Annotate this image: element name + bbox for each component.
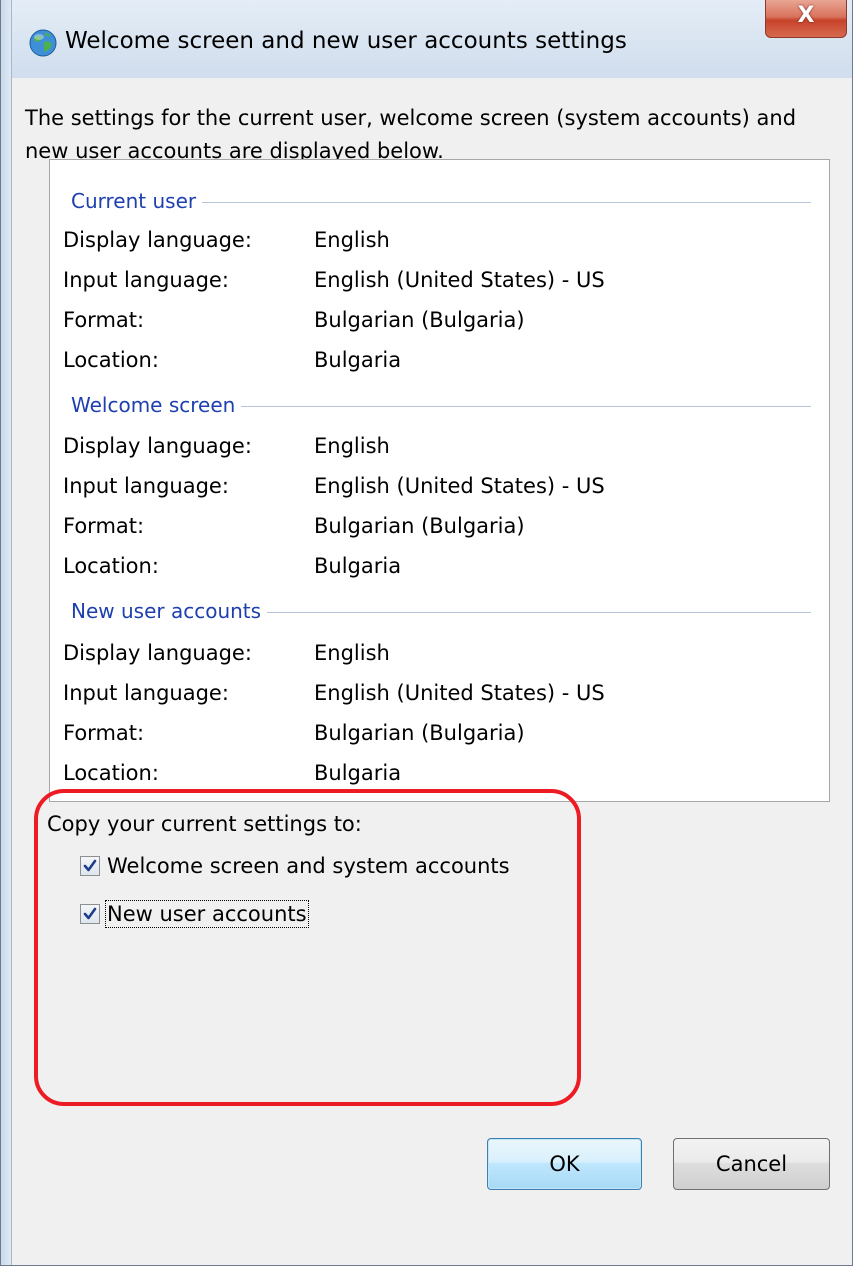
welcome-screen-checkbox-row[interactable]: Welcome screen and system accounts [80,854,510,878]
setting-label: Location: [63,348,159,372]
setting-value: English (United States) - US [314,268,605,292]
settings-panel: Current user Display language: English I… [49,159,830,802]
setting-label: Input language: [63,681,229,705]
setting-value: English (United States) - US [314,681,605,705]
cancel-button[interactable]: Cancel [673,1138,830,1190]
ok-button[interactable]: OK [487,1138,642,1190]
group-header-current-user: Current user [71,189,811,213]
new-user-accounts-checkbox[interactable] [80,904,100,924]
setting-value: Bulgaria [314,761,402,785]
setting-label: Location: [63,761,159,785]
group-divider [267,611,811,613]
red-highlight-annotation [34,789,581,1106]
setting-label: Input language: [63,268,229,292]
dialog-window: Welcome screen and new user accounts set… [0,0,853,1266]
setting-label: Location: [63,554,159,578]
setting-label: Display language: [63,228,252,252]
setting-value: English [314,228,390,252]
setting-value: Bulgarian (Bulgaria) [314,514,525,538]
group-divider [241,405,811,407]
setting-label: Format: [63,514,145,538]
close-icon: X [797,3,815,28]
setting-value: English [314,434,390,458]
checkmark-icon [83,859,97,872]
setting-label: Display language: [63,641,252,665]
setting-value: Bulgaria [314,554,402,578]
welcome-screen-checkbox-label[interactable]: Welcome screen and system accounts [107,854,510,878]
setting-label: Format: [63,721,145,745]
setting-value: English [314,641,390,665]
title-bar[interactable]: Welcome screen and new user accounts set… [1,0,852,78]
setting-value: English (United States) - US [314,474,605,498]
checkmark-icon [83,907,97,920]
window-title: Welcome screen and new user accounts set… [65,28,627,54]
copy-settings-title: Copy your current settings to: [47,812,362,836]
globe-icon [28,28,58,58]
group-header-new-user-accounts: New user accounts [71,599,811,623]
group-header-label: New user accounts [71,599,262,623]
group-divider [202,201,811,203]
group-header-welcome-screen: Welcome screen [71,393,811,417]
welcome-screen-checkbox[interactable] [80,856,100,876]
setting-value: Bulgarian (Bulgaria) [314,308,525,332]
setting-value: Bulgarian (Bulgaria) [314,721,525,745]
setting-value: Bulgaria [314,348,402,372]
close-button[interactable]: X [765,0,847,38]
setting-label: Format: [63,308,145,332]
group-header-label: Current user [71,189,197,213]
setting-label: Input language: [63,474,229,498]
window-frame-left [1,0,12,1265]
new-user-accounts-checkbox-row[interactable]: New user accounts [80,900,309,928]
dialog-content: The settings for the current user, welco… [12,78,852,1265]
group-header-label: Welcome screen [71,393,236,417]
new-user-accounts-checkbox-label[interactable]: New user accounts [105,900,309,928]
setting-label: Display language: [63,434,252,458]
